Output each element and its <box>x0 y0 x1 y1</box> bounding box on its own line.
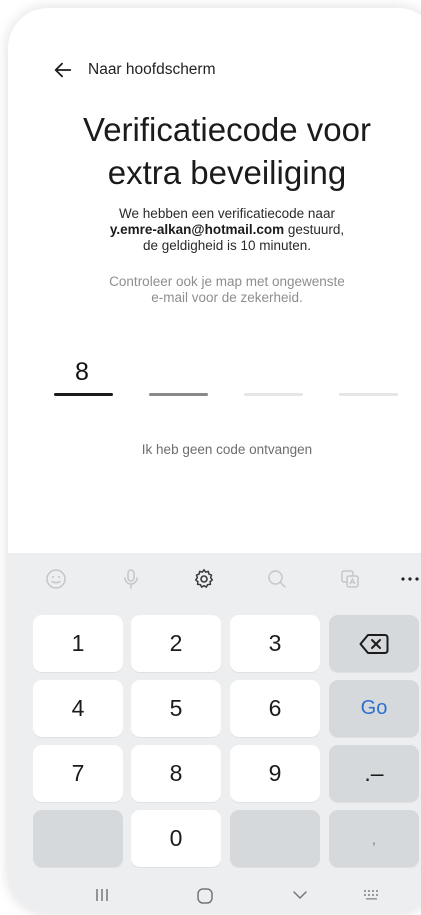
spam-hint-line-2: e-mail voor de zekerheid. <box>151 290 303 305</box>
code-field-3-underline[interactable] <box>244 393 303 396</box>
key-7[interactable]: 7 <box>33 745 123 802</box>
key-8[interactable]: 8 <box>131 745 221 802</box>
email-address: y.emre-alkan@hotmail.com <box>109 222 285 237</box>
hide-keyboard-icon[interactable] <box>292 887 308 908</box>
code-field-1-underline[interactable] <box>54 393 113 396</box>
description-line-1: We hebben een verificatiecode naar <box>119 206 335 221</box>
blank-key-left <box>33 810 123 867</box>
emoji-icon[interactable] <box>44 567 68 591</box>
backspace-icon <box>359 633 389 654</box>
numeric-keyboard: 1 2 3 4 5 6 Go 7 8 9 .– 0 , <box>8 553 421 913</box>
description: We hebben een verificatiecode naar y.emr… <box>8 206 421 254</box>
code-field-4-underline[interactable] <box>339 393 398 396</box>
key-6[interactable]: 6 <box>230 680 320 737</box>
phone-screen: Naar hoofdscherm Verificatiecode voor ex… <box>8 8 421 913</box>
back-navigation[interactable]: Naar hoofdscherm <box>52 56 216 84</box>
spam-hint-line-1: Controleer ook je map met ongewenste <box>109 274 345 289</box>
back-label[interactable]: Naar hoofdscherm <box>88 61 216 79</box>
key-1[interactable]: 1 <box>33 615 123 672</box>
keyboard-switch-icon[interactable] <box>362 887 382 908</box>
key-5[interactable]: 5 <box>131 680 221 737</box>
go-key[interactable]: Go <box>329 680 419 737</box>
code-digit-1[interactable]: 8 <box>75 358 89 387</box>
microphone-icon[interactable] <box>119 567 143 591</box>
page-title: Verificatiecode voor extra beveiliging <box>8 108 421 194</box>
blank-key-right <box>230 810 320 867</box>
key-2[interactable]: 2 <box>131 615 221 672</box>
settings-gear-icon[interactable] <box>192 567 216 591</box>
description-line-2: y.emre-alkan@hotmail.com gestuurd, <box>8 222 421 238</box>
no-code-link[interactable]: Ik heb geen code ontvangen <box>8 442 421 457</box>
comma-key[interactable]: , <box>329 810 419 867</box>
system-navigation-bar <box>8 881 421 913</box>
code-field-2-underline[interactable] <box>149 393 208 396</box>
more-options-icon[interactable] <box>398 567 421 591</box>
page-title-line-1: Verificatiecode voor <box>83 111 371 148</box>
clipboard-translate-icon[interactable] <box>338 567 362 591</box>
description-line-3: de geldigheid is 10 minuten. <box>142 238 312 253</box>
description-suffix: gestuurd, <box>284 222 345 237</box>
recent-apps-icon[interactable] <box>94 887 110 908</box>
home-icon[interactable] <box>196 887 214 910</box>
search-icon[interactable] <box>265 567 289 591</box>
key-9[interactable]: 9 <box>230 745 320 802</box>
key-3[interactable]: 3 <box>230 615 320 672</box>
key-0[interactable]: 0 <box>131 810 221 867</box>
backspace-key[interactable] <box>329 615 419 672</box>
key-4[interactable]: 4 <box>33 680 123 737</box>
page-title-line-2: extra beveiliging <box>107 154 347 191</box>
spam-hint: Controleer ook je map met ongewenste e-m… <box>8 274 421 306</box>
arrow-left-icon[interactable] <box>52 59 74 81</box>
dot-dash-key[interactable]: .– <box>329 745 419 802</box>
